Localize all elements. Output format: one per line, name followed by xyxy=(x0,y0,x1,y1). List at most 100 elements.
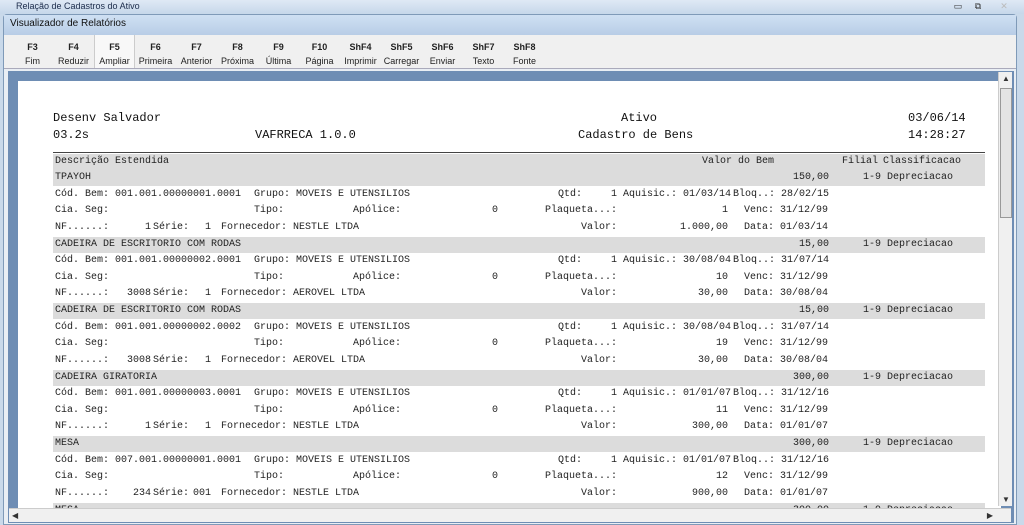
record-detail-row: Cód. Bem: 007.001.00000001.0001 Grupo: MO… xyxy=(53,453,985,469)
close-button[interactable]: ✕ xyxy=(994,1,1014,13)
scroll-up-icon[interactable]: ▲ xyxy=(1002,74,1010,83)
tipo: Tipo: xyxy=(254,205,285,217)
serie-label: Série: xyxy=(153,221,190,233)
cod-bem: Cód. Bem: 007.001.00000001.0001 xyxy=(55,454,242,466)
report-time: 14:28:27 xyxy=(908,128,966,142)
serie-label: Série: xyxy=(153,354,190,366)
shortcut-key: F8 xyxy=(232,42,243,52)
data-aquisicao: Data: 01/03/14 xyxy=(744,221,829,233)
tipo: Tipo: xyxy=(254,271,285,283)
record-classification: Depreciacao xyxy=(887,305,954,316)
aquisicao: Aquisic.: 30/08/04 xyxy=(623,255,732,267)
button-label: Imprimir xyxy=(344,56,377,66)
fornecedor: Fornecedor: AEROVEL LTDA xyxy=(221,354,366,366)
scroll-down-icon[interactable]: ▼ xyxy=(1002,495,1010,504)
toolbar-button-texto[interactable]: ShF7 Texto xyxy=(463,35,504,68)
valor-label: Valor: xyxy=(581,487,618,499)
vencimento: Venc: 31/12/99 xyxy=(744,471,829,483)
toolbar-button-ampliar[interactable]: F5 Ampliar xyxy=(94,35,135,68)
fornecedor: Fornecedor: NESTLE LTDA xyxy=(221,487,360,499)
cod-bem: Cód. Bem: 001.001.00000002.0002 xyxy=(55,321,242,333)
nf-label: NF......: xyxy=(55,354,110,366)
toolbar-button-última[interactable]: F9 Última xyxy=(258,35,299,68)
shortcut-key: F10 xyxy=(311,42,328,52)
cod-bem: Cód. Bem: 001.001.00000003.0001 xyxy=(55,388,242,400)
shortcut-key: F6 xyxy=(150,42,161,52)
qtd-value: 1 xyxy=(610,255,617,267)
qtd-value: 1 xyxy=(610,321,617,333)
toolbar-button-página[interactable]: F10 Página xyxy=(299,35,340,68)
aquisicao: Aquisic.: 01/01/07 xyxy=(623,388,732,400)
col-desc: Descrição Estendida xyxy=(55,156,170,167)
plaqueta-value: 10 xyxy=(715,271,728,283)
record-description: MESA xyxy=(55,438,80,449)
vencimento: Venc: 31/12/99 xyxy=(744,271,829,283)
vertical-scrollbar[interactable]: ▲ ▼ xyxy=(998,72,1012,506)
record-detail-row: Cód. Bem: 001.001.00000002.0002 Grupo: MO… xyxy=(53,320,985,336)
aquisicao: Aquisic.: 01/03/14 xyxy=(623,188,732,200)
toolbar-button-fonte[interactable]: ShF8 Fonte xyxy=(504,35,545,68)
qtd-label: Qtd: xyxy=(558,454,583,466)
toolbar-button-reduzir[interactable]: F4 Reduzir xyxy=(53,35,94,68)
report-view: Desenv Salvador 03.2s VAFRRECA 1.0.0 Ati… xyxy=(8,71,1014,523)
plaqueta-value: 11 xyxy=(715,404,728,416)
restore-button[interactable]: ⧉ xyxy=(968,1,988,13)
toolbar-button-primeira[interactable]: F6 Primeira xyxy=(135,35,176,68)
horizontal-scrollbar[interactable]: ◀ ▶ xyxy=(9,508,1011,522)
button-label: Fonte xyxy=(512,56,536,66)
record-filial: 1-9 xyxy=(862,238,881,250)
record-detail-row: Cia. Seg: Tipo: Apólice: 0 Plaqueta...: 12 Ven… xyxy=(53,469,985,485)
record-description: CADEIRA GIRATORIA xyxy=(55,371,158,383)
serie-label: Série: xyxy=(153,421,190,433)
cia-seg: Cia. Seg: xyxy=(55,338,110,350)
data-aquisicao: Data: 01/01/07 xyxy=(744,487,829,499)
valor-label: Valor: xyxy=(581,221,618,233)
shortcut-key: ShF4 xyxy=(349,42,372,52)
cod-bem: Cód. Bem: 001.001.00000002.0001 xyxy=(55,255,242,267)
toolbar: F3 Fim F4 Reduzir F5 Ampliar F6 Primeira F7 Anter… xyxy=(4,35,1016,69)
scroll-right-icon[interactable]: ▶ xyxy=(987,511,993,520)
toolbar-button-carregar[interactable]: ShF5 Carregar xyxy=(381,35,422,68)
cia-seg: Cia. Seg: xyxy=(55,404,110,416)
toolbar-button-próxima[interactable]: F8 Próxima xyxy=(217,35,258,68)
nf-value: 234 xyxy=(132,487,151,499)
grupo: Grupo: MOVEIS E UTENSILIOS xyxy=(254,321,411,333)
record-header-row: TPAYOH 150,00 1-9 Depreciacao xyxy=(53,170,985,186)
scroll-left-icon[interactable]: ◀ xyxy=(12,511,18,520)
qtd-label: Qtd: xyxy=(558,321,583,333)
button-label: Anterior xyxy=(180,56,213,66)
scroll-thumb[interactable] xyxy=(1000,88,1012,218)
col-classif: Classificacao xyxy=(883,156,962,167)
qtd-value: 1 xyxy=(610,388,617,400)
record-classification: Depreciacao xyxy=(887,438,954,449)
qtd-value: 1 xyxy=(610,188,617,200)
nf-label: NF......: xyxy=(55,288,110,300)
valor-label: Valor: xyxy=(581,421,618,433)
minimize-button[interactable]: ▭ xyxy=(948,1,968,13)
toolbar-button-enviar[interactable]: ShF6 Enviar xyxy=(422,35,463,68)
toolbar-button-fim[interactable]: F3 Fim xyxy=(12,35,53,68)
toolbar-button-imprimir[interactable]: ShF4 Imprimir xyxy=(340,35,381,68)
col-filial: Filial xyxy=(842,156,879,167)
qtd-value: 1 xyxy=(610,454,617,466)
button-label: Primeira xyxy=(138,56,173,66)
report-viewer-window: Visualizador de Relatórios F3 Fim F4 Reduzi… xyxy=(3,14,1017,525)
bloqueio: Bloq..: 28/02/15 xyxy=(733,188,830,200)
nf-label: NF......: xyxy=(55,421,110,433)
toolbar-button-anterior[interactable]: F7 Anterior xyxy=(176,35,217,68)
col-valor: Valor do Bem xyxy=(702,156,775,167)
shortcut-key: F5 xyxy=(109,42,120,52)
bloqueio: Bloq..: 31/12/16 xyxy=(733,388,830,400)
record-detail-row: NF......: 234 Série: 001 Fornecedor: NESTLE … xyxy=(53,486,985,502)
cia-seg: Cia. Seg: xyxy=(55,471,110,483)
serie-value: 001 xyxy=(192,487,211,499)
vencimento: Venc: 31/12/99 xyxy=(744,205,829,217)
plaqueta-value: 19 xyxy=(715,338,728,350)
plaqueta-label: Plaqueta...: xyxy=(545,471,618,483)
data-aquisicao: Data: 30/08/04 xyxy=(744,288,829,300)
nf-value: 1 xyxy=(144,421,151,433)
cia-seg: Cia. Seg: xyxy=(55,271,110,283)
record-value: 150,00 xyxy=(792,172,829,183)
record-value: 15,00 xyxy=(798,305,829,316)
serie-value: 1 xyxy=(204,421,211,433)
